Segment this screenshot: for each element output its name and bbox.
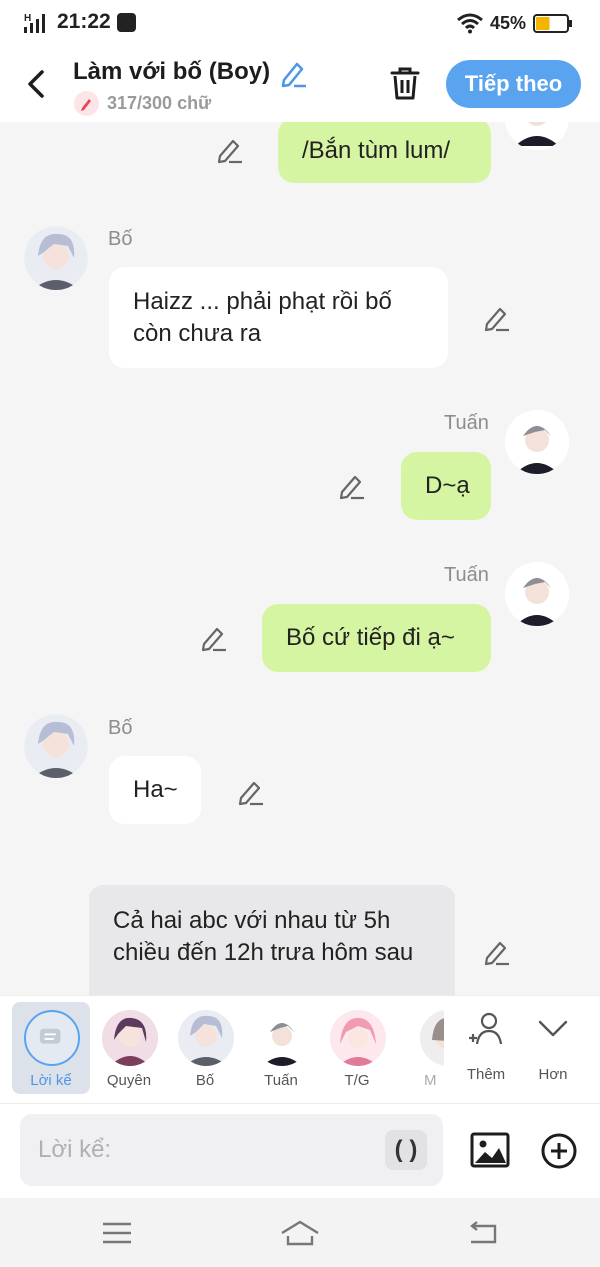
tool-label: Hơn [538,1066,568,1083]
wifi-icon [457,13,483,34]
speaker-name: Tuấn [444,412,489,434]
battery-percent: 45% [490,13,527,33]
m-avatar [420,1010,444,1066]
battery-fill [536,17,550,30]
tuan-avatar [254,1010,310,1066]
message-bubble[interactable]: Ha~ [109,756,201,824]
tg-avatar [330,1010,386,1066]
character-bo[interactable]: Bố [166,1002,244,1094]
speaker-name: Tuấn [444,564,489,586]
chevron-down-icon [538,1020,568,1037]
word-count-icon [74,91,99,116]
character-tuan[interactable]: Tuấn [242,1002,320,1094]
top-bar: Làm với bố (Boy) 317/300 chữ Tiếp theo [0,48,600,122]
edit-message-icon[interactable] [337,470,367,500]
avatar-bo [24,714,88,778]
character-narrator[interactable]: Lời kể [12,1002,90,1094]
menu-icon[interactable] [97,1218,137,1248]
quyen-avatar [102,1010,158,1066]
chat-area[interactable]: /Bắn tùm lum/ Bố Haizz ... phải phạt rồi… [0,122,600,995]
tool-label: Thêm [466,1066,506,1083]
edit-title-icon[interactable] [278,58,308,88]
message-bubble[interactable]: Bố cứ tiếp đi ạ~ [262,604,491,672]
clock: 21:22 [57,10,111,33]
message-bubble[interactable]: D~ạ [401,452,491,520]
narration-bubble[interactable]: Cả hai abc với nhau từ 5h chiều đến 12h … [89,885,455,995]
parenthesis-button[interactable]: ( ) [385,1130,427,1170]
back-icon[interactable] [22,66,52,102]
character-label: Tuấn [264,1072,298,1089]
speaker-name: Bố [108,228,133,250]
character-label: Bố [195,1072,215,1089]
image-icon[interactable] [470,1130,510,1170]
home-icon[interactable] [280,1218,320,1248]
signal-icon: H [24,13,45,33]
message-input[interactable] [38,1114,378,1186]
back-nav-icon[interactable] [463,1218,503,1248]
system-nav-bar [0,1198,600,1267]
edit-message-icon[interactable] [215,134,245,164]
character-label: M [424,1072,437,1089]
bo-avatar [178,1010,234,1066]
network-type: H [24,13,31,24]
message-bubble[interactable]: /Bắn tùm lum/ [278,122,491,183]
character-m[interactable]: M [394,1002,444,1094]
edit-message-icon[interactable] [199,622,229,652]
avatar-bo [24,226,88,290]
story-title: Làm với bố (Boy) [73,58,271,85]
speaker-name: Bố [108,717,133,739]
edit-message-icon[interactable] [236,776,266,806]
battery-icon [533,14,572,33]
notification-icon [117,13,136,32]
character-label: Quyên [106,1072,152,1089]
app-screen: H 21:22 45% Làm với bố (Boy) 317/300 chữ… [0,0,600,1267]
trash-icon[interactable] [388,64,422,102]
more-button[interactable]: Hơn [520,1002,586,1094]
message-bubble[interactable]: Haizz ... phải phạt rồi bố còn chưa ra [109,267,448,368]
add-character-button[interactable]: Thêm [453,1002,519,1094]
character-label: T/G [344,1072,370,1089]
narrator-icon [24,1010,80,1066]
character-selector: Lời kể Quyên Bố Tuấn T/G M Thêm Hơn [0,995,600,1103]
next-button[interactable]: Tiếp theo [446,60,581,108]
word-count: 317/300 chữ [107,93,212,113]
add-icon[interactable] [540,1132,578,1170]
avatar-tuan [505,562,569,626]
edit-message-icon[interactable] [482,302,512,332]
add-person-icon [469,1012,503,1045]
avatar-tuan [505,122,569,150]
status-bar: H 21:22 45% [0,0,600,48]
character-quyen[interactable]: Quyên [90,1002,168,1094]
character-label: Lời kể [30,1072,72,1089]
avatar-tuan [505,410,569,474]
character-tg[interactable]: T/G [318,1002,396,1094]
edit-message-icon[interactable] [482,936,512,966]
message-input-box: ( ) [20,1114,443,1186]
composer: ( ) [0,1103,600,1198]
